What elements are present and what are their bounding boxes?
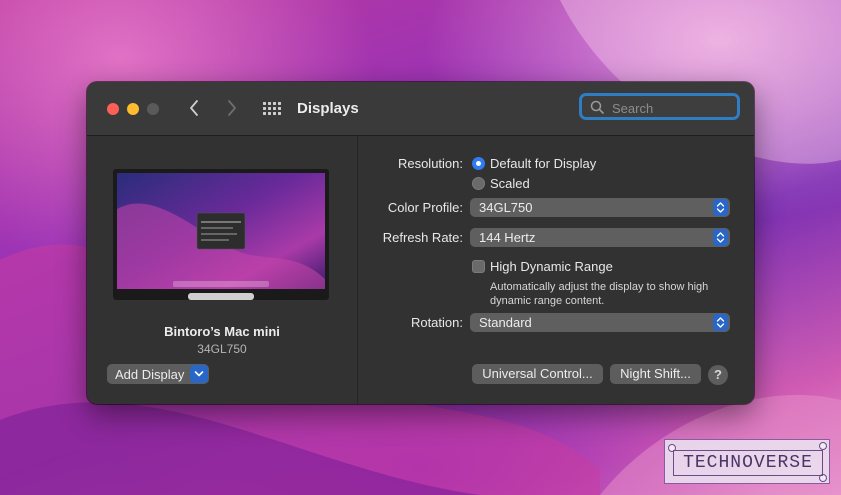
rotation-select[interactable]: Standard — [470, 313, 730, 332]
titlebar: Displays — [87, 82, 754, 136]
displays-window: Displays Search Bintoro’s Mac mini 34GL7… — [87, 82, 754, 404]
watermark-logo: TECHNOVERSE — [664, 439, 830, 484]
universal-control-button[interactable]: Universal Control... — [472, 364, 603, 384]
search-input[interactable] — [610, 98, 734, 118]
add-display-label: Add Display — [115, 366, 185, 382]
display-arrangement-pane: Bintoro’s Mac mini 34GL750 Add Display — [87, 136, 357, 404]
add-display-button[interactable]: Add Display — [107, 364, 210, 384]
grid-icon — [263, 102, 281, 115]
display-model: 34GL750 — [197, 342, 247, 356]
chevron-right-icon — [228, 100, 236, 116]
refresh-rate-label: Refresh Rate: — [382, 230, 463, 245]
chevron-left-icon — [190, 100, 198, 116]
monitor-image — [113, 169, 329, 300]
display-settings-pane: Resolution: Default for Display Scaled C… — [358, 136, 754, 404]
watermark-text: TECHNOVERSE — [673, 450, 823, 476]
chevron-down-icon — [190, 365, 209, 383]
refresh-rate-value: 144 Hertz — [479, 230, 536, 245]
forward-button[interactable] — [221, 97, 243, 119]
search-icon — [590, 100, 604, 114]
minimize-button[interactable] — [127, 103, 139, 115]
rotation-label: Rotation: — [410, 315, 463, 330]
updown-chevron-icon — [713, 199, 728, 216]
radio-scaled[interactable] — [472, 177, 485, 190]
hdr-label[interactable]: High Dynamic Range — [490, 259, 613, 274]
help-button[interactable]: ? — [708, 365, 728, 385]
search-field[interactable] — [579, 93, 740, 120]
hdr-checkbox[interactable] — [472, 260, 485, 273]
hdr-help-text: Automatically adjust the display to show… — [490, 280, 740, 308]
updown-chevron-icon — [713, 229, 728, 246]
color-profile-select[interactable]: 34GL750 — [470, 198, 730, 217]
hdr-help-line-2: dynamic range content. — [490, 295, 605, 307]
color-profile-value: 34GL750 — [479, 200, 533, 215]
radio-default-for-display[interactable] — [472, 157, 485, 170]
show-all-button[interactable] — [262, 101, 282, 116]
option-default-for-display[interactable]: Default for Display — [490, 156, 596, 171]
resolution-label: Resolution: — [397, 156, 463, 171]
night-shift-button[interactable]: Night Shift... — [610, 364, 701, 384]
window-title: Displays — [297, 100, 359, 117]
close-button[interactable] — [107, 103, 119, 115]
display-name: Bintoro’s Mac mini — [164, 324, 280, 339]
rotation-value: Standard — [479, 315, 532, 330]
zoom-button[interactable] — [147, 103, 159, 115]
hdr-help-line-1: Automatically adjust the display to show… — [490, 281, 709, 293]
refresh-rate-select[interactable]: 144 Hertz — [470, 228, 730, 247]
option-scaled[interactable]: Scaled — [490, 176, 530, 191]
back-button[interactable] — [183, 97, 205, 119]
color-profile-label: Color Profile: — [387, 200, 463, 215]
updown-chevron-icon — [713, 314, 728, 331]
